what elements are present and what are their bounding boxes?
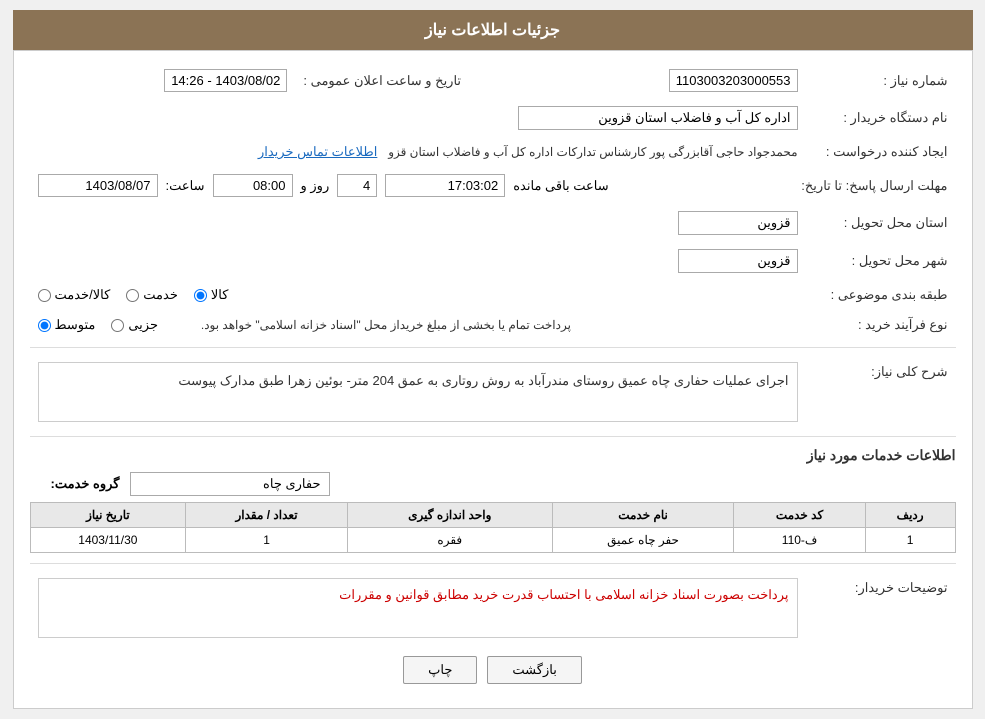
purchase-type-jozii: جزیی — [111, 317, 158, 333]
buyer-org-value: اداره کل آب و فاضلاب استان قزوین — [518, 106, 798, 130]
date-value: 1403/08/07 — [38, 174, 158, 197]
requester-link[interactable]: اطلاعات تماس خریدار — [258, 144, 377, 159]
category-kala-khidmat: کالا/خدمت — [38, 287, 111, 303]
purchase-note: پرداخت تمام یا بخشی از مبلغ خریداز محل "… — [201, 318, 571, 332]
days-label: روز و — [301, 178, 330, 194]
days-value: 4 — [337, 174, 377, 197]
purchase-type-mutawaset: متوسط — [38, 317, 96, 333]
province-delivery-value: قزوین — [678, 211, 798, 235]
remaining-time: 17:03:02 — [385, 174, 505, 197]
response-date-label: مهلت ارسال پاسخ: تا تاریخ: — [793, 170, 955, 201]
remaining-label: ساعت باقی مانده — [513, 178, 608, 194]
time-value: 08:00 — [213, 174, 293, 197]
category-label: طبقه بندی موضوعی : — [806, 283, 956, 307]
services-table: ردیف کد خدمت نام خدمت واحد اندازه گیری ت… — [30, 502, 956, 553]
need-number-value: 1103003203000553 — [669, 69, 798, 92]
general-desc-value: اجرای عملیات حفاری چاه عمیق روستای مندرآ… — [38, 362, 798, 422]
col-unit: واحد اندازه گیری — [347, 503, 552, 528]
category-kala: کالا — [194, 287, 229, 303]
back-button[interactable]: بازگشت — [487, 656, 581, 684]
buyer-notes-label: توضیحات خریدار: — [806, 574, 956, 642]
col-row: ردیف — [865, 503, 955, 528]
province-delivery-label: استان محل تحویل : — [806, 207, 956, 239]
group-service-value: حفاری چاه — [130, 472, 330, 496]
table-row: 1ف-110حفر چاه عمیقفقره11403/11/30 — [30, 528, 955, 553]
purchase-type-label: نوع فرآیند خرید : — [806, 313, 956, 337]
requester-value: محمدجواد حاجی آقابزرگی پور کارشناس تدارک… — [388, 145, 797, 159]
page-title: جزئیات اطلاعات نیاز — [13, 10, 973, 50]
category-khidmat: خدمت — [126, 287, 178, 303]
col-qty: تعداد / مقدار — [186, 503, 348, 528]
group-service-label: گروه خدمت: — [30, 476, 120, 492]
announce-date-label: تاریخ و ساعت اعلان عمومی : — [295, 65, 469, 96]
need-number-label: شماره نیاز : — [806, 65, 956, 96]
col-date: تاریخ نیاز — [30, 503, 186, 528]
col-code: کد خدمت — [734, 503, 865, 528]
announce-date-value: 1403/08/02 - 14:26 — [164, 69, 287, 92]
time-label: ساعت: — [166, 178, 205, 194]
print-button[interactable]: چاپ — [403, 656, 477, 684]
col-name: نام خدمت — [552, 503, 734, 528]
buyer-org-label: نام دستگاه خریدار : — [806, 102, 956, 134]
city-delivery-value: قزوین — [678, 249, 798, 273]
services-section-title: اطلاعات خدمات مورد نیاز — [30, 447, 956, 464]
buyer-notes-value: پرداخت بصورت اسناد خزانه اسلامی با احتسا… — [38, 578, 798, 638]
requester-label: ایجاد کننده درخواست : — [806, 140, 956, 164]
city-delivery-label: شهر محل تحویل : — [806, 245, 956, 277]
general-desc-label: شرح کلی نیاز: — [806, 358, 956, 426]
